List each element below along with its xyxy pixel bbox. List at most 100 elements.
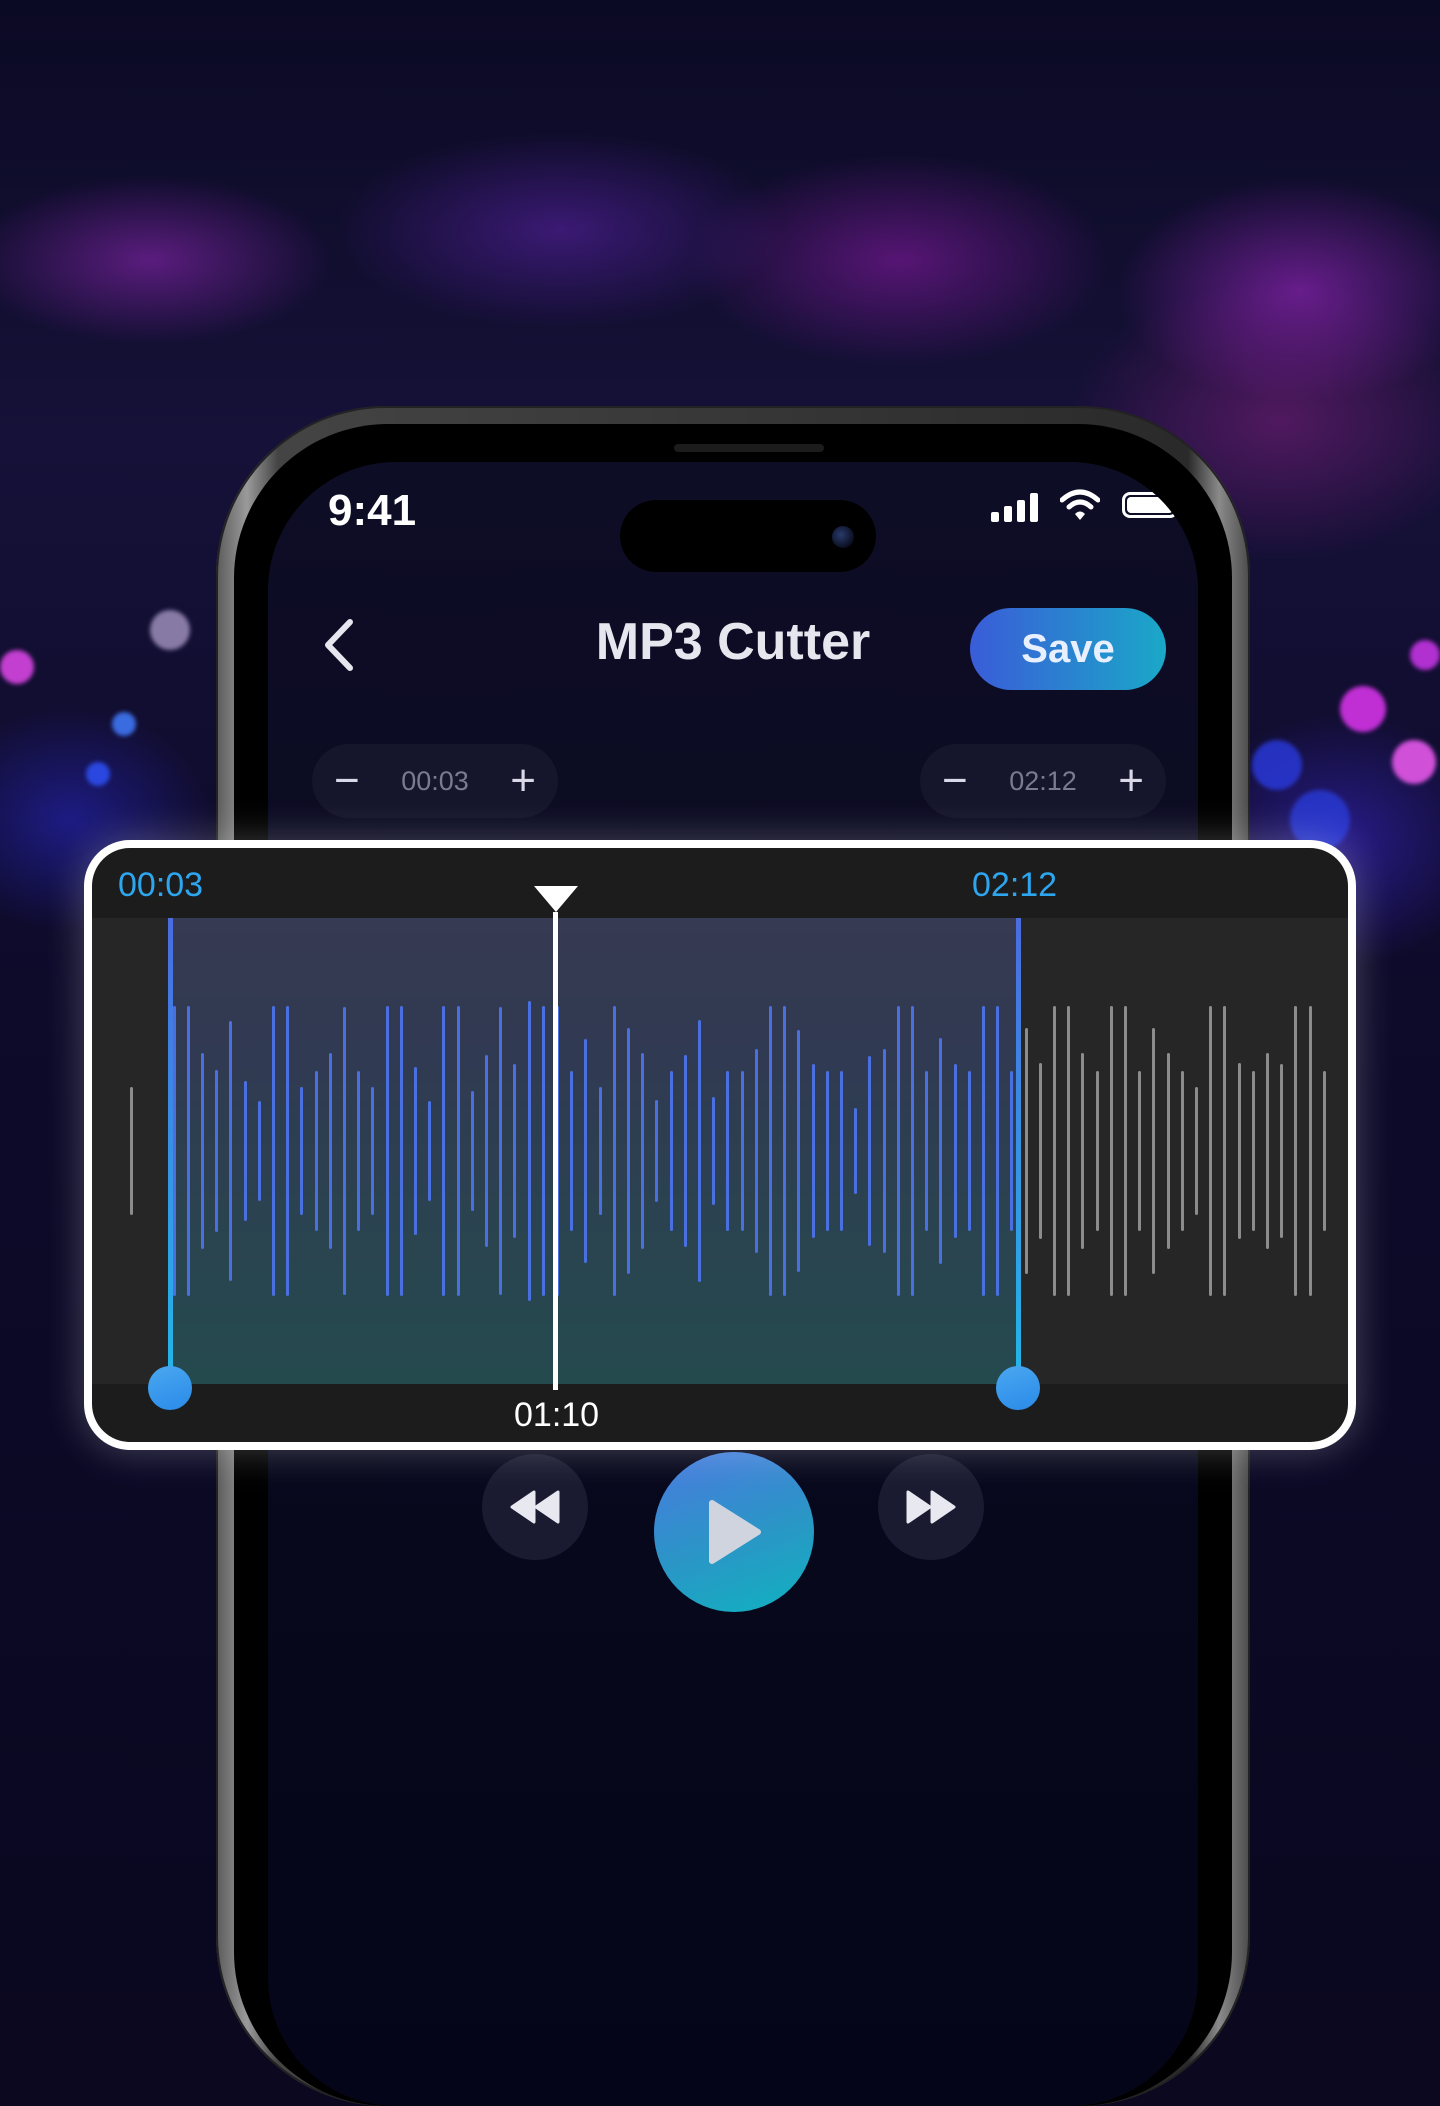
waveform-bar [783,1006,787,1296]
waveform-bar [825,1071,829,1231]
waveform-bar [683,1055,687,1247]
waveform-bar [939,1038,943,1264]
start-time-value: 00:03 [401,765,469,796]
waveform-bar [328,1053,332,1249]
waveform-bar [470,1091,474,1211]
waveform-bar [1209,1006,1213,1296]
end-trim-line[interactable] [1016,918,1021,1390]
waveform-bar [499,1007,503,1295]
waveform-bar [655,1100,659,1202]
waveform-bar [1237,1063,1241,1239]
waveform-bar [996,1006,1000,1296]
waveform-bar [314,1071,318,1231]
waveform-bar [598,1087,602,1215]
waveform-bar [1166,1053,1170,1249]
waveform-bar [286,1006,290,1296]
waveform-bar [797,1030,801,1272]
waveform-bar [1280,1064,1284,1238]
waveform-bar [754,1049,758,1253]
save-button[interactable]: Save [970,608,1166,690]
decrease-start-button[interactable]: − [334,759,360,803]
bokeh-light [1410,640,1440,670]
bokeh-light [112,712,136,736]
selection-start-label: 00:03 [118,866,204,904]
waveform-bar [385,1006,389,1296]
waveform-bar [1124,1006,1127,1296]
waveform-bar [584,1039,588,1263]
battery-icon [1122,492,1183,518]
waveform-bar [896,1006,900,1296]
waveform-bar [229,1021,233,1281]
waveform-bar [1294,1006,1298,1296]
waveform-bar [1152,1028,1156,1274]
waveform-bar [982,1006,985,1296]
waveform-bar [414,1067,417,1235]
status-time: 9:41 [328,486,417,535]
rewind-icon [510,1490,560,1524]
camera-icon [832,526,854,548]
speaker-grille [674,444,824,452]
start-trim-line[interactable] [168,918,173,1390]
waveform-bar [769,1006,772,1296]
waveform-editor-card: 00:03 02:12 01:10 [84,840,1356,1450]
waveform-bar [272,1006,275,1296]
playhead-line[interactable] [553,912,558,1390]
waveform-bar [967,1071,971,1231]
waveform-bar [343,1007,346,1295]
increase-end-button[interactable]: + [1118,759,1144,803]
waveform-bar [911,1006,914,1296]
waveform-bar [485,1055,488,1247]
waveform-bar [641,1053,645,1249]
playhead-marker[interactable] [534,886,578,912]
dynamic-island [620,500,876,572]
waveform-bar [953,1064,957,1238]
start-trim-handle[interactable] [148,1366,192,1410]
waveform-bar [371,1087,375,1215]
selected-region [168,918,1018,1384]
play-button[interactable] [654,1452,814,1612]
waveform-bar [627,1028,630,1274]
waveform-bar [1024,1028,1028,1274]
waveform-bar [1266,1053,1269,1249]
waveform-bar [925,1071,929,1231]
bokeh-light [1252,740,1302,790]
end-time-value: 02:12 [1009,765,1077,796]
bokeh-light [86,762,110,786]
waveform-bar [527,1001,531,1301]
waveform-bar [669,1071,673,1231]
rewind-button[interactable] [482,1454,588,1560]
waveform-bar [840,1071,843,1231]
bokeh-light [150,610,190,650]
decrease-end-button[interactable]: − [942,759,968,803]
waveform-bar [698,1020,701,1282]
waveform-bar [712,1097,716,1205]
waveform-bar [428,1101,432,1201]
waveform-bar [243,1081,247,1221]
waveform-bar [1195,1087,1198,1215]
play-icon [709,1500,761,1564]
waveform-bar [1223,1006,1227,1296]
waveform-bar [854,1108,858,1194]
waveform-bar [1322,1071,1326,1231]
increase-start-button[interactable]: + [510,759,536,803]
start-time-stepper: − 00:03 + [312,744,558,818]
waveform-bar [399,1006,403,1296]
end-time-stepper: − 02:12 + [920,744,1166,818]
waveform-bar [1095,1071,1099,1231]
waveform-panel: 00:03 02:12 01:10 [92,848,1348,1442]
waveform-bar [1251,1071,1255,1231]
waveform-bar [456,1006,460,1296]
waveform-bar [1180,1071,1184,1231]
waveform-bar [1038,1063,1042,1239]
waveform-bar [612,1006,616,1296]
waveform-bar [300,1087,304,1215]
waveform-bar [1010,1071,1014,1231]
waveform-bar [1308,1006,1312,1296]
bokeh-light [0,650,34,684]
fast-forward-icon [906,1490,956,1524]
fast-forward-button[interactable] [878,1454,984,1560]
end-trim-handle[interactable] [996,1366,1040,1410]
waveform-bar [1067,1006,1071,1296]
waveform-track[interactable] [92,918,1348,1384]
waveform-bar [1053,1006,1056,1296]
